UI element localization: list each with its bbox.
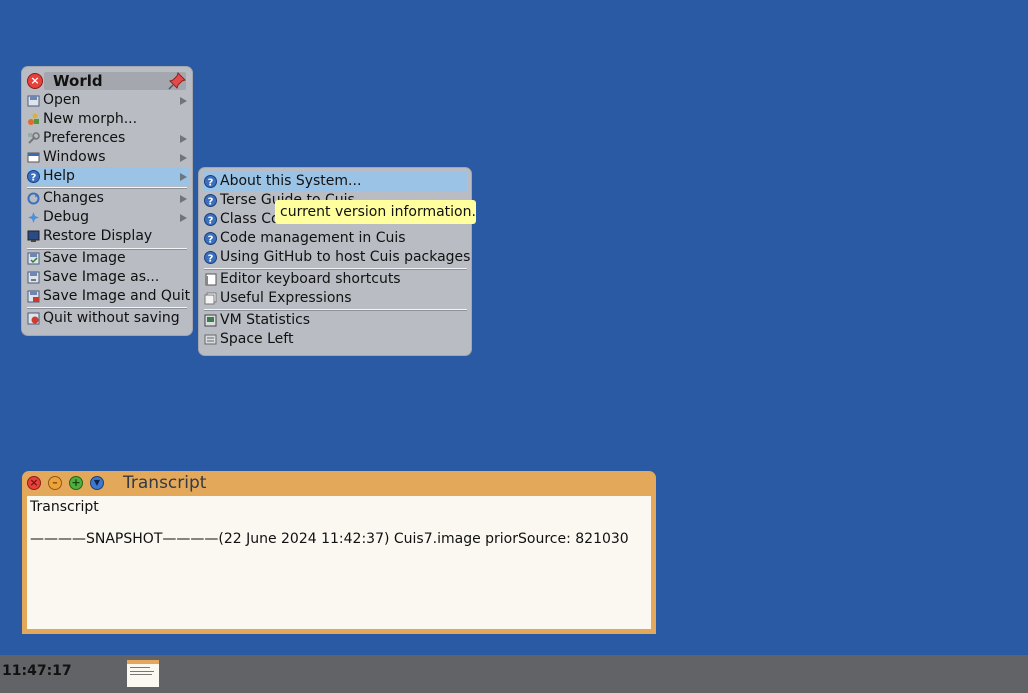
menu-item-space-left[interactable]: Space Left [204,330,467,349]
menu-item-label: Windows [43,149,106,165]
svg-text:?: ? [208,254,214,265]
tooltip: current version information. [275,200,476,224]
save-as-icon [27,271,40,284]
menu-item-new-morph[interactable]: New morph... [27,110,189,129]
help-icon: ? [204,194,217,207]
help-icon: ? [204,232,217,245]
help-icon: ? [204,175,217,188]
keyboard-icon [205,273,217,286]
menu-item-help[interactable]: ? Help [27,167,189,186]
submenu-arrow-icon [180,154,187,162]
help-icon: ? [204,251,217,264]
svg-text:?: ? [208,235,214,246]
world-menu: × World Open New morph... Preferences Wi… [22,67,192,335]
open-icon [27,95,40,107]
help-icon: ? [27,170,40,183]
pin-icon[interactable] [167,71,187,91]
menu-item-vm-statistics[interactable]: VM Statistics [204,311,467,330]
transcript-line [30,515,648,531]
clock: 11:47:17 [2,663,72,679]
statistics-icon [204,314,217,327]
svg-text:?: ? [208,197,214,208]
changes-icon [27,192,40,205]
menu-item-quit-without-saving[interactable]: Quit without saving [27,309,189,328]
menu-item-label: About this System... [220,173,362,189]
menu-item-debug[interactable]: Debug [27,208,189,227]
menu-item-label: Quit without saving [43,310,180,326]
menu-item-label: Useful Expressions [220,290,352,306]
transcript-taskbar-thumbnail[interactable] [127,660,159,687]
menu-item-windows[interactable]: Windows [27,148,189,167]
close-icon[interactable]: × [27,476,41,490]
svg-text:?: ? [208,178,214,189]
menu-item-useful-expressions[interactable]: Useful Expressions [204,289,467,308]
menu-item-label: Debug [43,209,90,225]
menu-item-label: Help [43,168,75,184]
menu-item-label: Editor keyboard shortcuts [220,271,401,287]
quit-icon [27,312,40,325]
submenu-arrow-icon [180,195,187,203]
save-icon [27,252,40,265]
transcript-text-area[interactable]: Transcript ————SNAPSHOT————(22 June 2024… [27,496,651,629]
transcript-window[interactable]: × – + ▼ Transcript Transcript ————SNAPSH… [22,471,656,634]
taskbar: 11:47:17 [0,655,1028,693]
collapse-icon[interactable]: – [48,476,62,490]
menu-item-label: New morph... [43,111,138,127]
menu-title[interactable]: World [44,72,186,90]
menu-item-label: Save Image and Quit [43,288,191,304]
window-menu-icon[interactable]: ▼ [90,476,104,490]
submenu-arrow-icon [180,214,187,222]
submenu-arrow-icon [180,97,187,105]
help-icon: ? [204,213,217,226]
menu-item-github-packages[interactable]: ? Using GitHub to host Cuis packages [204,248,471,267]
menu-item-save-image-as[interactable]: Save Image as... [27,268,189,287]
menu-item-open[interactable]: Open [27,91,189,110]
submenu-arrow-icon [180,135,187,143]
menu-item-label: Open [43,92,81,108]
menu-item-label: VM Statistics [220,312,311,328]
menu-item-label: Code management in Cuis [220,230,406,246]
svg-text:?: ? [208,216,214,227]
help-submenu: ? About this System... ? Terse Guide to … [199,168,471,355]
menu-item-label: Save Image [43,250,126,266]
expressions-icon [204,292,217,305]
menu-item-label: Space Left [220,331,294,347]
space-icon [204,334,217,345]
menu-item-save-image[interactable]: Save Image [27,249,189,268]
new-morph-icon [28,113,39,125]
menu-item-save-image-and-quit[interactable]: Save Image and Quit [27,287,191,306]
menu-item-restore-display[interactable]: Restore Display [27,227,189,246]
close-icon[interactable]: × [27,73,43,89]
menu-item-about-this-system[interactable]: ? About this System... [204,172,467,191]
menu-item-label: Using GitHub to host Cuis packages [220,249,471,265]
transcript-line: ————SNAPSHOT————(22 June 2024 11:42:37) … [30,531,629,547]
expand-icon[interactable]: + [69,476,83,490]
restore-display-icon [27,230,40,242]
submenu-arrow-icon [180,173,187,181]
windows-icon [27,152,40,163]
menu-item-label: Preferences [43,130,126,146]
transcript-line: Transcript [30,499,99,515]
window-title: Transcript [123,473,207,493]
menu-item-label: Restore Display [43,228,153,244]
preferences-icon [28,132,40,144]
menu-item-editor-keyboard-shortcuts[interactable]: Editor keyboard shortcuts [204,270,467,289]
debug-icon [28,212,39,223]
svg-text:?: ? [31,173,37,184]
save-quit-icon [27,290,40,303]
menu-item-label: Changes [43,190,104,206]
menu-item-label: Save Image as... [43,269,160,285]
menu-item-preferences[interactable]: Preferences [27,129,189,148]
menu-item-code-management[interactable]: ? Code management in Cuis [204,229,467,248]
window-titlebar[interactable]: × – + ▼ Transcript [22,471,656,495]
menu-item-changes[interactable]: Changes [27,189,189,208]
